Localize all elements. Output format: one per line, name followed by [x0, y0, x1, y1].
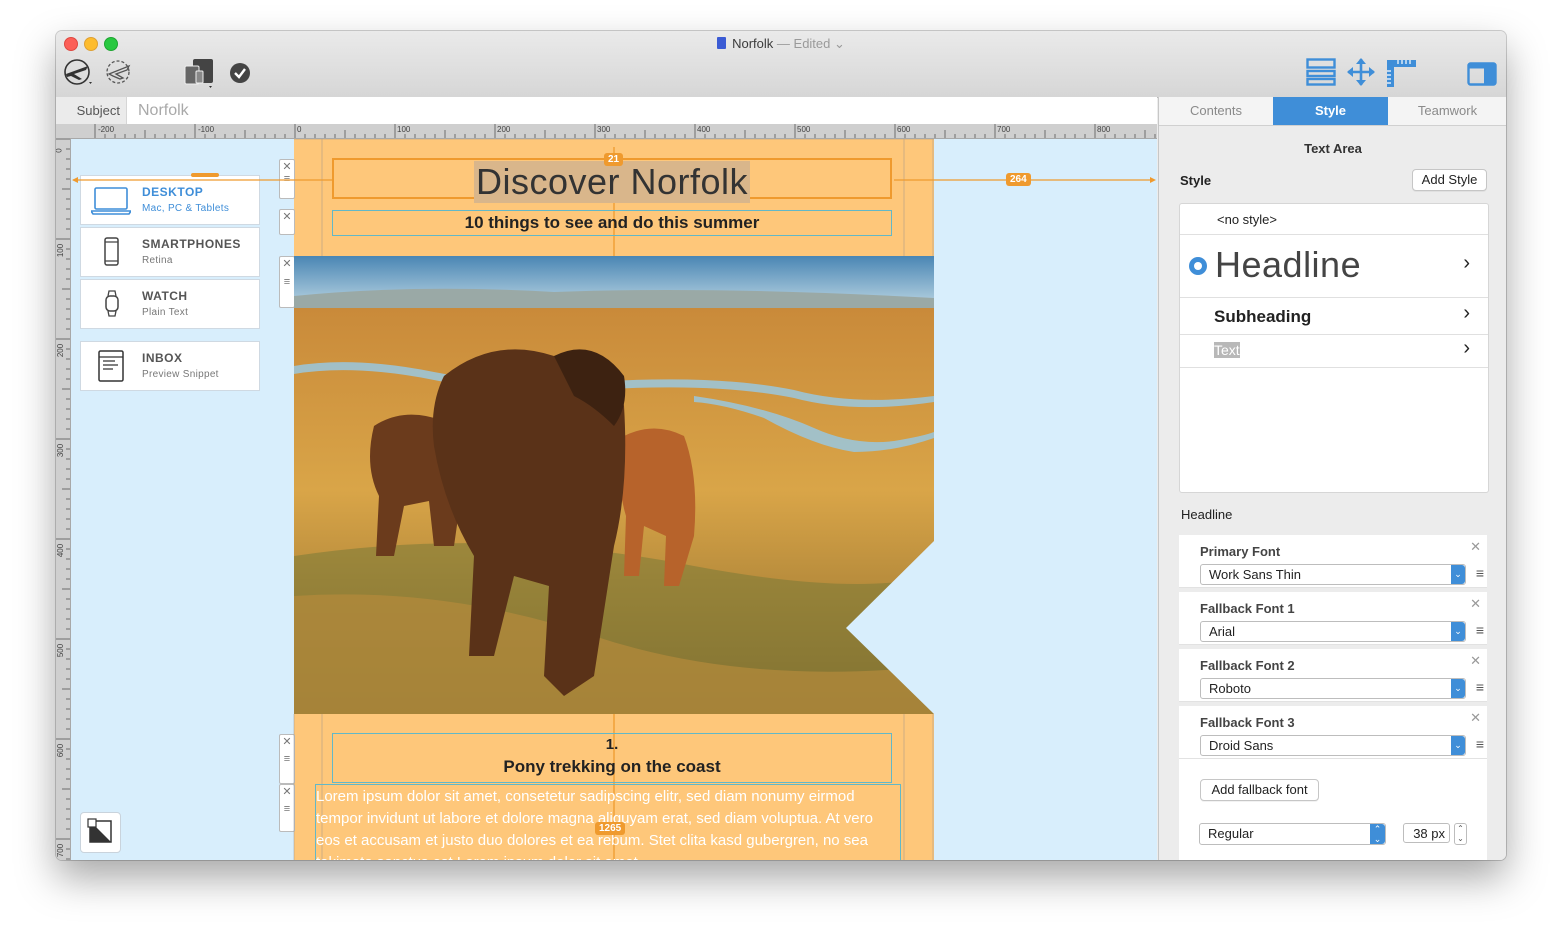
devices-icon[interactable]: [183, 57, 217, 89]
measure-badge-bottom: 1265: [595, 822, 626, 835]
vertical-ruler[interactable]: 0 100 200 300 400 500 600 700: [56, 138, 71, 860]
ruler-label: -200: [98, 125, 115, 134]
stepper-chevrons-icon: ⌃ ⌄: [1370, 824, 1385, 844]
section-title: Text Area: [1304, 141, 1362, 156]
font-weight-select[interactable]: Regular ⌃ ⌄: [1199, 823, 1386, 845]
headline-text[interactable]: Discover Norfolk: [473, 161, 751, 203]
chevron-down-icon: ⌄: [1451, 565, 1465, 584]
inspector-tabs: Contents Style Teamwork: [1159, 97, 1506, 126]
ruler-label: 0: [297, 125, 302, 134]
ruler-label: 200: [56, 343, 66, 358]
close-icon[interactable]: ✕: [1470, 710, 1481, 726]
font-size-stepper[interactable]: ⌃ ⌄: [1454, 823, 1467, 845]
style-label: Style: [1180, 173, 1212, 188]
ruler-label: 300: [597, 125, 611, 134]
menu-icon[interactable]: ≡: [1476, 565, 1484, 581]
tab-teamwork[interactable]: Teamwork: [1388, 97, 1506, 125]
toggle-panel-button[interactable]: [80, 812, 121, 853]
measure-badge-top: 21: [604, 153, 624, 166]
chevron-down-icon: ⌄: [1451, 679, 1465, 698]
plane-send-icon[interactable]: [103, 58, 135, 86]
ruler-label: 500: [797, 125, 811, 134]
add-style-button[interactable]: Add Style: [1412, 169, 1487, 191]
hero-image[interactable]: [294, 256, 934, 714]
chevron-right-icon: ›: [1463, 302, 1470, 324]
ruler-label: 300: [56, 443, 66, 458]
ruler-ticks: [94, 124, 1156, 138]
chevron-right-icon: ›: [1463, 337, 1470, 359]
subject-label: Subject: [56, 97, 127, 124]
measure-badge-right: 264: [1006, 173, 1031, 186]
title-bar: Norfolk — Edited ⌄: [56, 31, 1506, 98]
style-item-headline[interactable]: Headline ›: [1180, 235, 1488, 298]
close-icon[interactable]: ✕: [1470, 539, 1481, 555]
menu-icon[interactable]: ≡: [1476, 736, 1484, 752]
close-icon[interactable]: ✕: [1470, 596, 1481, 612]
fallback-font-2-select[interactable]: Roboto ⌄: [1200, 678, 1466, 699]
ruler-label: 400: [697, 125, 711, 134]
window-title: Norfolk — Edited ⌄: [56, 36, 1506, 52]
subheadline-text-area[interactable]: 10 things to see and do this summer: [332, 210, 892, 236]
ruler-label: 700: [997, 125, 1011, 134]
plane-test-icon[interactable]: [62, 57, 96, 87]
document-icon: [717, 37, 727, 49]
measure-badge-left: [191, 173, 219, 177]
ruler-label: 0: [56, 148, 64, 152]
chevron-down-icon: ⌄: [1451, 736, 1465, 755]
fallback-font-1-select[interactable]: Arial ⌄: [1200, 621, 1466, 642]
ruler-label: 200: [497, 125, 511, 134]
fallback-font-3-card: Fallback Font 3 ✕ Droid Sans ⌄ ≡: [1179, 706, 1487, 759]
ruler-icon[interactable]: [1385, 58, 1417, 88]
chevron-down-icon: ⌄: [1451, 622, 1465, 641]
horizontal-ruler[interactable]: -200 -100 0 100 200 300 400 500 600 700 …: [70, 124, 1157, 139]
menu-icon[interactable]: ≡: [1476, 679, 1484, 695]
section-heading-area[interactable]: 1. Pony trekking on the coast: [332, 733, 892, 783]
primary-font-select[interactable]: Work Sans Thin ⌄: [1200, 564, 1466, 585]
ruler-label: 700: [56, 843, 66, 858]
ruler-label: 100: [397, 125, 411, 134]
ruler-label: 400: [56, 543, 66, 558]
style-item-subheading[interactable]: Subheading ›: [1180, 298, 1488, 335]
ruler-label: 600: [897, 125, 911, 134]
checkmark-icon[interactable]: [229, 62, 251, 84]
style-item-text[interactable]: Text ›: [1180, 335, 1488, 368]
subject-bar: Subject Norfolk: [56, 97, 1157, 125]
move-icon[interactable]: [1346, 57, 1376, 87]
style-item-none[interactable]: <no style>: [1180, 204, 1488, 235]
tab-style[interactable]: Style: [1273, 97, 1388, 125]
fallback-font-3-select[interactable]: Droid Sans ⌄: [1200, 735, 1466, 756]
ruler-label: -100: [198, 125, 215, 134]
ruler-corner: [56, 124, 70, 138]
layout-icon[interactable]: [1306, 58, 1336, 86]
section-number: 1.: [605, 736, 619, 753]
chevron-down-icon[interactable]: ⌄: [830, 36, 845, 51]
subject-input[interactable]: Norfolk: [138, 97, 189, 124]
primary-font-card: Primary Font ✕ Work Sans Thin ⌄ ≡: [1179, 535, 1487, 588]
sidebar-toggle-icon[interactable]: [1467, 62, 1497, 86]
ruler-label: 600: [56, 743, 66, 758]
chevron-right-icon: ›: [1463, 252, 1470, 274]
font-size-input[interactable]: 38 px: [1403, 823, 1450, 843]
close-icon[interactable]: ✕: [1470, 653, 1481, 669]
ruler-label: 800: [1097, 125, 1111, 134]
inspector-panel: Contents Style Teamwork Text Area Style …: [1158, 97, 1506, 860]
ruler-label: 100: [56, 243, 66, 258]
headline-section-label: Headline: [1181, 507, 1233, 522]
layers-icon: [87, 818, 112, 843]
fallback-font-2-card: Fallback Font 2 ✕ Roboto ⌄ ≡: [1179, 649, 1487, 702]
design-canvas[interactable]: DESKTOP Mac, PC & Tablets SMARTPHONES Re…: [71, 139, 1157, 860]
menu-icon[interactable]: ≡: [1476, 622, 1484, 638]
style-list[interactable]: <no style> Headline › Subheading › Text …: [1179, 203, 1489, 493]
add-fallback-font-button[interactable]: Add fallback font: [1200, 779, 1319, 801]
section-title: Pony trekking on the coast: [503, 757, 721, 776]
app-window: Norfolk — Edited ⌄ Subject Norfolk -200 …: [56, 31, 1506, 860]
tab-contents[interactable]: Contents: [1159, 97, 1273, 125]
fallback-font-1-card: Fallback Font 1 ✕ Arial ⌄ ≡: [1179, 592, 1487, 645]
selected-radio-icon: [1189, 257, 1207, 275]
ruler-label: 500: [56, 643, 66, 658]
